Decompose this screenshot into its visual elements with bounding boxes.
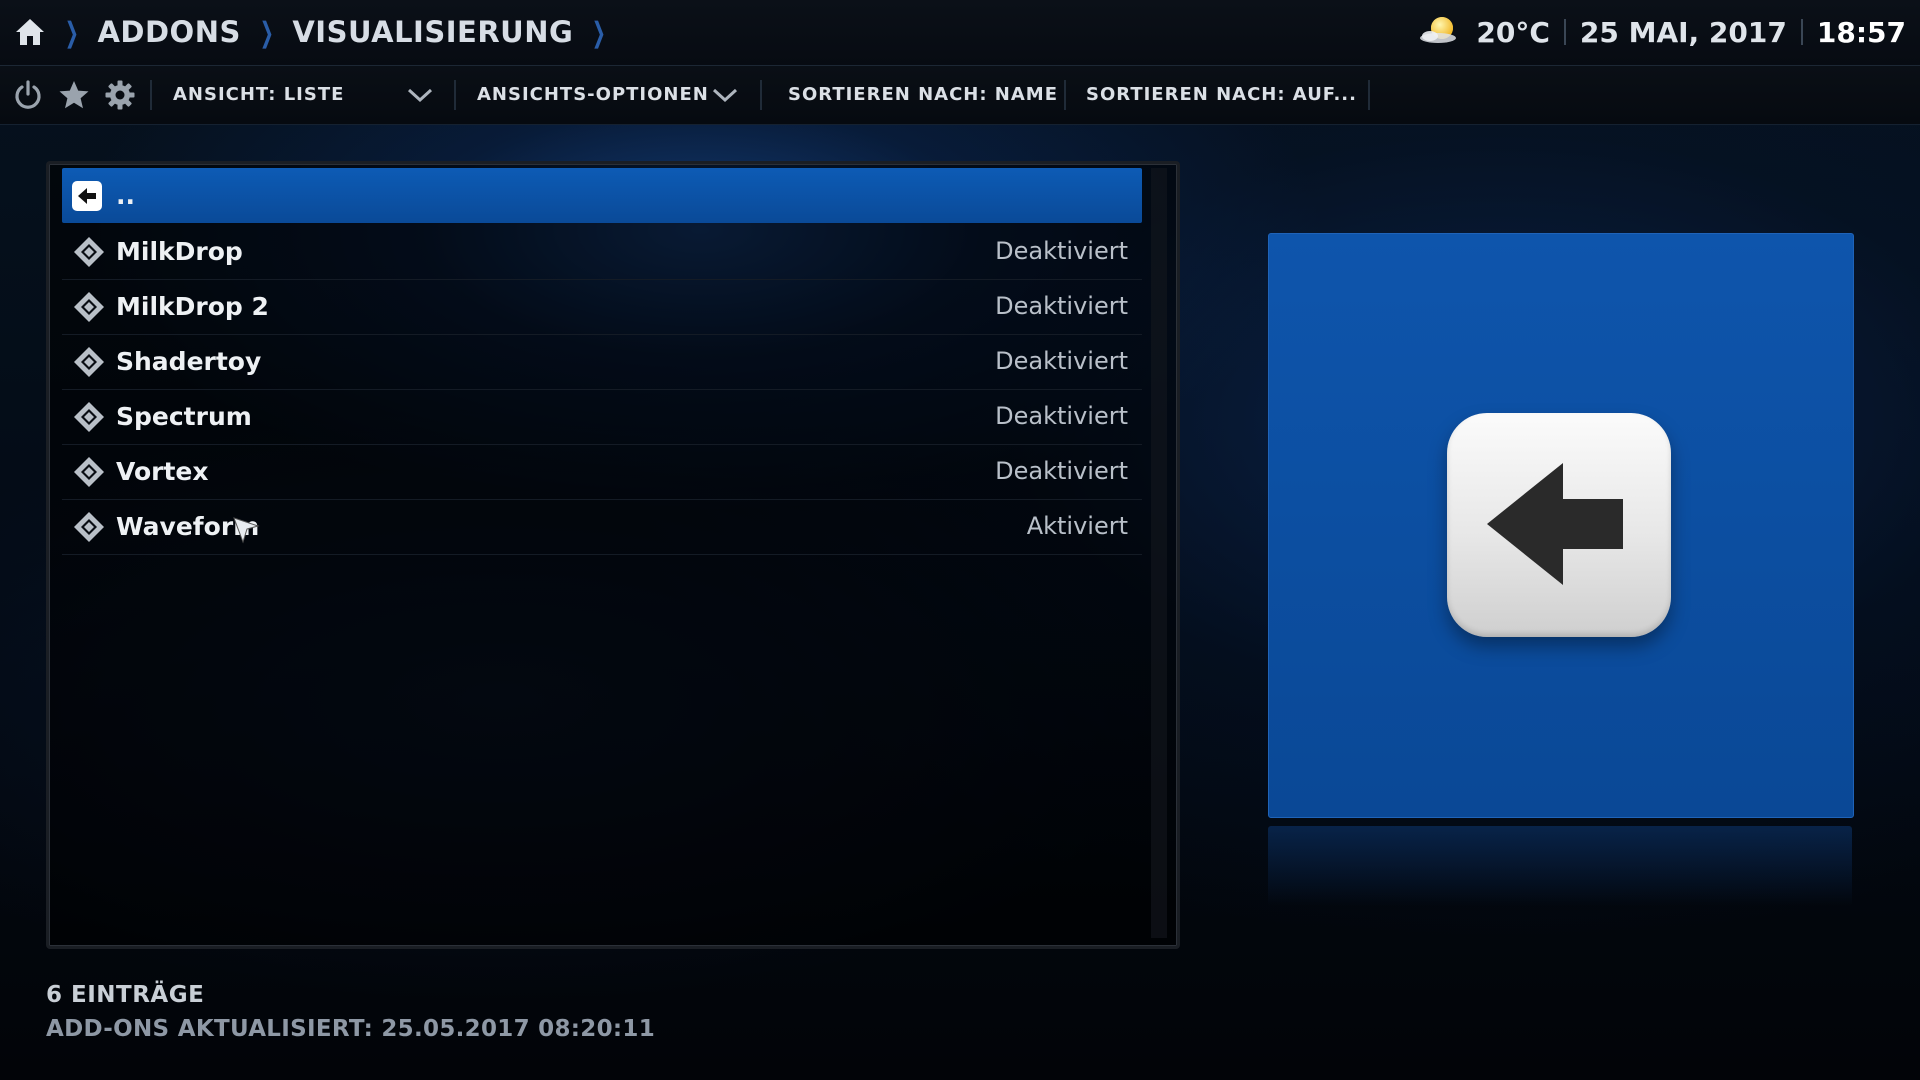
clock: 18:57 [1816, 15, 1906, 49]
status-bar: 20°C 25 MAI, 2017 18:57 [1418, 10, 1906, 54]
chevron-down-icon[interactable] [406, 84, 434, 106]
list-item-milkdrop[interactable]: MilkDrop Deaktiviert [62, 224, 1142, 280]
list-item-state: Aktiviert [1026, 512, 1128, 540]
back-arrow-icon [72, 181, 102, 211]
breadcrumb-chevron-icon: ❯ [591, 15, 607, 49]
partly-sunny-icon [1418, 12, 1462, 53]
toolbar: ANSICHT: LISTE ANSICHTS-OPTIONEN SORTIER… [0, 66, 1920, 125]
list-item-vortex[interactable]: Vortex Deaktiviert [62, 444, 1142, 500]
temperature: 20°C [1476, 15, 1550, 49]
date: 25 MAI, 2017 [1579, 15, 1787, 49]
toolbar-divider [454, 80, 456, 110]
toolbar-divider [1064, 80, 1066, 110]
list-item-shadertoy[interactable]: Shadertoy Deaktiviert [62, 334, 1142, 390]
footer-info: 6 EINTRÄGE ADD-ONS AKTUALISIERT: 25.05.2… [46, 982, 655, 1042]
breadcrumb: ❯ ADDONS ❯ VISUALISIERUNG ❯ [14, 10, 611, 54]
list-item-state: Deaktiviert [995, 402, 1128, 430]
list-scrollbar[interactable] [1151, 168, 1167, 938]
toolbar-divider [150, 80, 152, 110]
list-item-spectrum[interactable]: Spectrum Deaktiviert [62, 389, 1142, 445]
list-item-name: MilkDrop [116, 237, 243, 266]
toolbar-divider [1368, 80, 1370, 110]
addon-icon [74, 402, 104, 432]
back-arrow-icon [1447, 413, 1671, 637]
list-item-name: Spectrum [116, 402, 252, 431]
status-divider [1563, 19, 1566, 45]
list-item-name: .. [116, 181, 135, 210]
addon-icon [74, 512, 104, 542]
view-options-button[interactable]: ANSICHTS-OPTIONEN [477, 66, 709, 124]
item-count: 6 EINTRÄGE [46, 982, 205, 1008]
sort-by-button[interactable]: SORTIEREN NACH: NAME [788, 66, 1058, 124]
sort-order-button[interactable]: SORTIEREN NACH: AUF... [1086, 66, 1357, 124]
list-item-waveform[interactable]: Waveform Aktiviert [62, 499, 1142, 555]
status-divider [1800, 19, 1803, 45]
toolbar-icons [12, 78, 136, 112]
home-icon[interactable] [14, 17, 46, 47]
preview-panel [1268, 233, 1854, 818]
list-item-state: Deaktiviert [995, 237, 1128, 265]
list-item-state: Deaktiviert [995, 457, 1128, 485]
list-item-state: Deaktiviert [995, 347, 1128, 375]
addon-icon [74, 347, 104, 377]
view-mode-button[interactable]: ANSICHT: LISTE [173, 66, 344, 124]
gear-icon[interactable] [104, 79, 136, 111]
star-icon[interactable] [58, 79, 90, 111]
last-updated: ADD-ONS AKTUALISIERT: 25.05.2017 08:20:1… [46, 1016, 655, 1042]
power-icon[interactable] [12, 79, 44, 111]
list-item-name: MilkDrop 2 [116, 292, 269, 321]
breadcrumb-chevron-icon: ❯ [259, 15, 274, 49]
list-item-name: Vortex [116, 457, 209, 486]
chevron-down-icon[interactable] [711, 84, 739, 106]
breadcrumb-item-addons[interactable]: ADDONS [97, 15, 240, 49]
kodi-addons-window: ❯ ADDONS ❯ VISUALISIERUNG ❯ 20°C 25 MAI,… [0, 0, 1920, 1080]
list-item-milkdrop-2[interactable]: MilkDrop 2 Deaktiviert [62, 279, 1142, 335]
addon-list: .. MilkDrop Deaktiviert MilkDrop 2 Deakt… [46, 161, 1180, 949]
addon-icon [74, 237, 104, 267]
breadcrumb-item-visualisierung[interactable]: VISUALISIERUNG [292, 15, 573, 49]
list-item-state: Deaktiviert [995, 292, 1128, 320]
preview-reflection [1268, 826, 1852, 906]
toolbar-divider [760, 80, 762, 110]
list-item-name: Shadertoy [116, 347, 262, 376]
addon-icon [74, 457, 104, 487]
top-bar: ❯ ADDONS ❯ VISUALISIERUNG ❯ 20°C 25 MAI,… [0, 0, 1920, 66]
list-item-parent-folder[interactable]: .. [62, 168, 1142, 223]
mouse-pointer-icon [233, 517, 260, 544]
addon-icon [74, 292, 104, 322]
breadcrumb-chevron-icon: ❯ [64, 15, 79, 49]
